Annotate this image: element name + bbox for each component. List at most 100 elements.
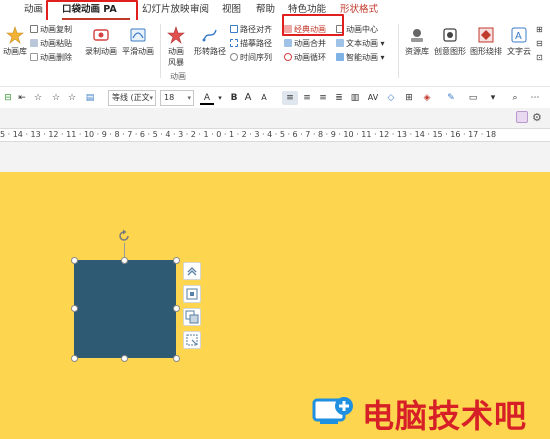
align-left-button[interactable]: ≡ [282,91,298,105]
find-icon[interactable]: ⌕ [508,91,522,105]
overflow-button-3[interactable]: ⊡ [536,52,543,63]
horizontal-ruler: 5 · 14 · 13 · 12 · 11 · 10 · 9 · 8 · 7 ·… [0,128,550,142]
distribute-button[interactable]: ▥ [348,91,362,105]
creative-shape-button[interactable]: 创意图形 [432,26,468,57]
overflow-button[interactable]: ⊞ [536,24,543,35]
delete-icon [30,53,38,61]
justify-button[interactable]: ≣ [332,91,346,105]
chevron-down-icon: ▾ [149,94,153,102]
resource-icon [411,29,423,42]
chevron-down-icon[interactable]: ▾ [216,91,224,105]
tab-animation[interactable]: 动画 [24,2,43,18]
tab-view[interactable]: 视图 [222,2,241,18]
anim-library-button[interactable]: 动画库 [2,26,28,57]
shape-fill-icon[interactable]: ◇ [384,91,398,105]
smart-anim-button[interactable]: 智能动画 ▾ [336,52,385,63]
resize-handle-t[interactable] [121,257,128,264]
smooth-anim-button[interactable]: 平滑动画 [120,26,156,57]
rotate-connector [124,243,125,258]
app-window: 动画 口袋动画 PA 幻灯片放映 审阅 视图 帮助 特色功能 形状格式 动画库 … [0,0,550,439]
layers-icon [185,310,199,324]
highlight-box-classic-anim [282,14,344,36]
shape-wrap-button[interactable]: 图形绕排 [468,26,504,57]
chevron-down-icon: ▾ [187,94,191,102]
tab-help[interactable]: 帮助 [256,2,275,18]
align-right-button[interactable]: ≡ [316,91,330,105]
resize-handle-tr[interactable] [173,257,180,264]
anim-loop-button[interactable]: 动画循环 [284,52,326,63]
canvas-gap [0,144,550,172]
font-color-button[interactable]: A [200,91,214,105]
shape-to-path-button[interactable]: 形转路径 [192,26,228,57]
layout-options-button[interactable] [183,262,201,280]
shape-styles-button[interactable] [183,285,201,303]
addin-icon[interactable] [516,111,528,123]
text-anim-button[interactable]: 文本动画 ▾ [336,38,385,49]
overflow-button-2[interactable]: ⊟ [536,38,543,49]
more-icon[interactable]: ⋯ [528,91,542,105]
path-align-button[interactable]: 路径对齐 [230,24,272,35]
chevron-down-icon[interactable]: ▾ [486,91,500,105]
char-spacing-button[interactable]: AV [364,91,382,105]
favorite-star-icon[interactable]: ☆ [32,91,44,105]
tab-review[interactable]: 审阅 [190,2,209,18]
svg-text:A: A [515,31,522,42]
resize-handle-r[interactable] [173,305,180,312]
record-icon [93,29,109,41]
tab-slideshow[interactable]: 幻灯片放映 [142,2,190,18]
storm-star-icon [167,26,185,44]
resize-handle-b[interactable] [121,355,128,362]
anim-star-icon-2[interactable]: ☆ [66,91,78,105]
shrink-font-button[interactable]: A [258,91,270,105]
resource-lib-button[interactable]: 资源库 [402,26,432,57]
time-sequence-button[interactable]: 时间序列 [230,52,272,63]
smooth-icon [130,28,146,42]
align-center-button[interactable]: ≡ [300,91,314,105]
ribbon-separator [398,24,399,78]
anim-paste-button[interactable]: 动画粘贴 [30,38,72,49]
font-name-select[interactable]: 等线 (正文 ▾ [108,90,156,106]
tab-shape-format[interactable]: 形状格式 [340,2,378,18]
watermark-text: 电脑技术吧 [362,397,528,435]
arrange-icon[interactable]: ⇤ [16,91,28,105]
smart-anim-icon [336,53,344,61]
watermark-logo [312,397,353,424]
outline-icon[interactable]: ✎ [444,91,458,105]
paste-icon [30,39,38,47]
textbox-icon[interactable]: ▤ [84,91,96,105]
bold-button[interactable]: B [228,91,240,105]
word-cloud-button[interactable]: A 文字云 [504,26,534,57]
path-icon [202,29,217,42]
chevron-up-double-icon [187,267,197,276]
anim-star-icon[interactable]: ☆ [50,91,62,105]
slide-layout-icon[interactable]: ⊟ [2,91,14,105]
settings-gear-icon[interactable]: ⚙ [532,111,542,124]
rotate-handle-icon[interactable] [117,229,131,243]
loop-icon [284,53,292,61]
shape-wrap-icon [478,27,494,43]
resize-handle-bl[interactable] [71,355,78,362]
ruler-area: ⚙ 5 · 14 · 13 · 12 · 11 · 10 · 9 · 8 · 7… [0,108,550,144]
anim-copy-button[interactable]: 动画复制 [30,24,72,35]
effects-icon[interactable]: ▭ [466,91,480,105]
text-anim-icon [336,39,344,47]
arrange-order-icon[interactable]: ⊞ [402,91,416,105]
focus-icon [186,288,198,300]
trace-path-button[interactable]: 描摹路径 [230,38,272,49]
selected-rectangle-shape[interactable] [74,260,176,358]
clock-icon [230,53,238,61]
crop-button[interactable] [183,331,201,349]
arrange-button[interactable] [183,308,201,326]
resize-handle-br[interactable] [173,355,180,362]
anim-storm-button[interactable]: 动画 风暴 [162,26,190,68]
resize-handle-tl[interactable] [71,257,78,264]
paint-bucket-icon[interactable]: ◈ [420,91,434,105]
grow-font-button[interactable]: A [242,91,254,105]
ribbon-group-label: 动画 [170,72,186,81]
anim-merge-button[interactable]: 动画合并 [284,38,326,49]
align-icon [230,25,238,33]
record-anim-button[interactable]: 录制动画 [84,26,118,57]
font-size-select[interactable]: 18 ▾ [160,90,194,106]
resize-handle-l[interactable] [71,305,78,312]
anim-delete-button[interactable]: 动画删除 [30,52,72,63]
